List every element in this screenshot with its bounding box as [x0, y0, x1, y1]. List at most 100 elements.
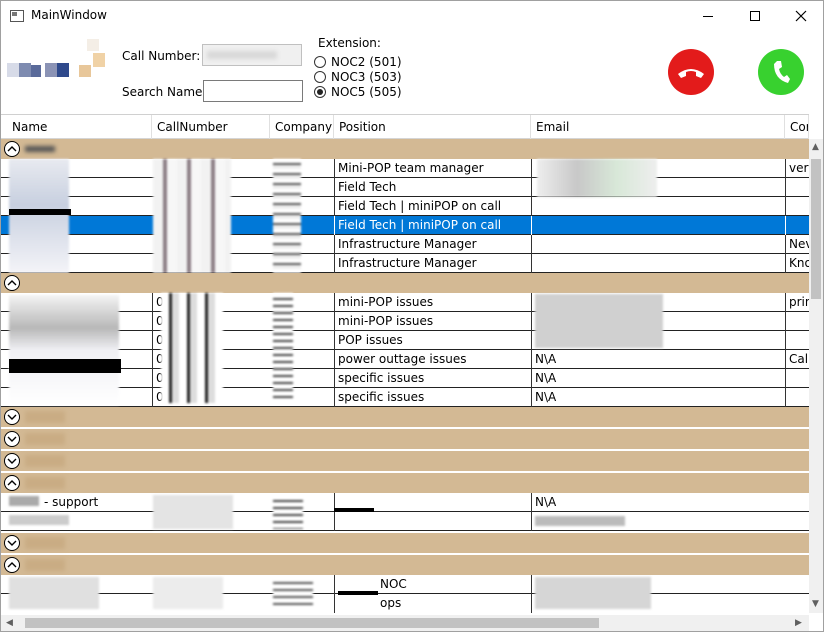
redacted-email: [537, 159, 657, 197]
radio-noc3[interactable]: NOC3 (503): [314, 69, 402, 85]
answer-call-button[interactable]: [758, 49, 804, 95]
redacted-names: [9, 577, 99, 609]
table-row[interactable]: 0mini-POP issuesprin: [1, 293, 809, 312]
group-header[interactable]: [1, 273, 809, 293]
group-header[interactable]: [1, 473, 809, 493]
redacted-bar: [334, 508, 374, 512]
minimize-icon: [703, 15, 713, 17]
radio-circle-icon: [314, 71, 326, 83]
table-row[interactable]: Mini-POP team managervery: [1, 159, 809, 178]
redacted-company: [273, 159, 301, 273]
redacted-company: [273, 293, 293, 403]
company-logo: [7, 39, 107, 99]
app-window-icon: [10, 10, 24, 22]
table-row[interactable]: 0 POP issues: [1, 331, 809, 350]
redacted-numbers: [153, 577, 223, 609]
redacted-company: [273, 577, 313, 609]
column-header-company[interactable]: Company: [270, 115, 334, 139]
expand-chevron-icon[interactable]: [4, 453, 20, 469]
redacted-email: [535, 577, 651, 609]
maximize-button[interactable]: [732, 1, 778, 31]
search-name-label: Search Name:: [122, 85, 207, 99]
extension-label: Extension:: [318, 36, 381, 50]
redacted-email: [535, 294, 663, 348]
horizontal-scrollbar[interactable]: ◀ ▶: [1, 615, 809, 631]
group-header[interactable]: [1, 555, 809, 575]
minimize-button[interactable]: [685, 1, 731, 31]
horizontal-scroll-thumb[interactable]: [25, 618, 599, 628]
table-row[interactable]: Infrastructure ManagerNev: [1, 235, 809, 254]
radio-selected-icon: [314, 86, 326, 98]
close-icon: [795, 10, 807, 22]
group-header-collapsed[interactable]: [1, 429, 809, 449]
collapse-chevron-icon[interactable]: [4, 275, 20, 291]
column-header-callnumber[interactable]: CallNumber: [152, 115, 270, 139]
maximize-icon: [750, 11, 760, 21]
vertical-scroll-thumb[interactable]: [811, 159, 821, 299]
redacted-bar: [338, 591, 378, 595]
group-name: [25, 433, 65, 445]
vertical-scrollbar[interactable]: ▲ ▼: [809, 139, 823, 613]
table-row-selected[interactable]: Field Tech | miniPOP on call: [1, 216, 809, 235]
redacted-names: [9, 159, 69, 273]
column-header-row: Name CallNumber Company Position Email C…: [1, 115, 809, 139]
expand-chevron-icon[interactable]: [4, 409, 20, 425]
column-header-name[interactable]: Name: [7, 115, 152, 139]
redacted-bar: [9, 359, 121, 373]
column-header-position[interactable]: Position: [334, 115, 531, 139]
group-header[interactable]: [1, 139, 809, 159]
group-name: [25, 537, 65, 549]
main-window: MainWindow Call Number: Search Name: Ext…: [0, 0, 824, 632]
group-name: [25, 146, 55, 152]
group-header-collapsed[interactable]: [1, 533, 809, 553]
group-name: [25, 477, 65, 489]
table-row[interactable]: 0 specific issues N\A: [1, 369, 809, 388]
group-header-collapsed[interactable]: [1, 407, 809, 427]
table-row[interactable]: 0 mini-POP issues: [1, 312, 809, 331]
redacted-company: [273, 495, 303, 529]
table-row[interactable]: NOC: [1, 575, 809, 594]
scroll-down-arrow-icon[interactable]: ▼: [812, 599, 819, 609]
title-bar[interactable]: MainWindow: [1, 1, 823, 31]
table-row[interactable]: Field Tech: [1, 178, 809, 197]
table-row[interactable]: [1, 512, 809, 531]
redacted-numbers: [161, 293, 223, 403]
redacted-bar: [9, 209, 71, 215]
table-row[interactable]: Infrastructure ManagerKno: [1, 254, 809, 273]
radio-noc5[interactable]: NOC5 (505): [314, 84, 402, 100]
expand-chevron-icon[interactable]: [4, 431, 20, 447]
collapse-chevron-icon[interactable]: [4, 141, 20, 157]
redacted-names: [9, 295, 119, 405]
collapse-chevron-icon[interactable]: [4, 475, 20, 491]
column-header-comment[interactable]: Cor: [785, 115, 809, 139]
phone-hangup-icon: [678, 69, 704, 78]
table-row[interactable]: - support N\A: [1, 493, 809, 512]
call-number-field[interactable]: [202, 44, 302, 66]
scroll-up-arrow-icon[interactable]: ▲: [812, 142, 819, 152]
redacted-numbers: [153, 495, 233, 529]
column-header-email[interactable]: Email: [531, 115, 785, 139]
redacted-name: [9, 496, 39, 506]
table-row[interactable]: ops: [1, 594, 809, 613]
group-header-collapsed[interactable]: [1, 451, 809, 471]
table-row[interactable]: Field Tech | miniPOP on call: [1, 197, 809, 216]
search-name-input[interactable]: [203, 80, 303, 102]
scroll-right-arrow-icon[interactable]: ▶: [795, 618, 802, 628]
collapse-chevron-icon[interactable]: [4, 557, 20, 573]
expand-chevron-icon[interactable]: [4, 535, 20, 551]
scroll-left-arrow-icon[interactable]: ◀: [6, 618, 13, 628]
phone-answer-icon: [774, 61, 790, 83]
contacts-grid[interactable]: Name CallNumber Company Position Email C…: [1, 114, 809, 613]
radio-circle-icon: [314, 56, 326, 68]
group-name: [25, 455, 65, 467]
redacted-email: [535, 516, 625, 526]
table-row[interactable]: 0 specific issues N\A: [1, 388, 809, 407]
radio-noc2[interactable]: NOC2 (501): [314, 54, 402, 70]
redacted-name: [9, 515, 69, 525]
redacted-numbers: [153, 159, 231, 273]
hang-up-button[interactable]: [668, 49, 714, 95]
table-row[interactable]: 0power outtage issuesN\ACall: [1, 350, 809, 369]
toolbar-panel: Call Number: Search Name: Extension: NOC…: [1, 31, 823, 113]
window-title: MainWindow: [31, 8, 107, 22]
close-button[interactable]: [778, 1, 823, 31]
